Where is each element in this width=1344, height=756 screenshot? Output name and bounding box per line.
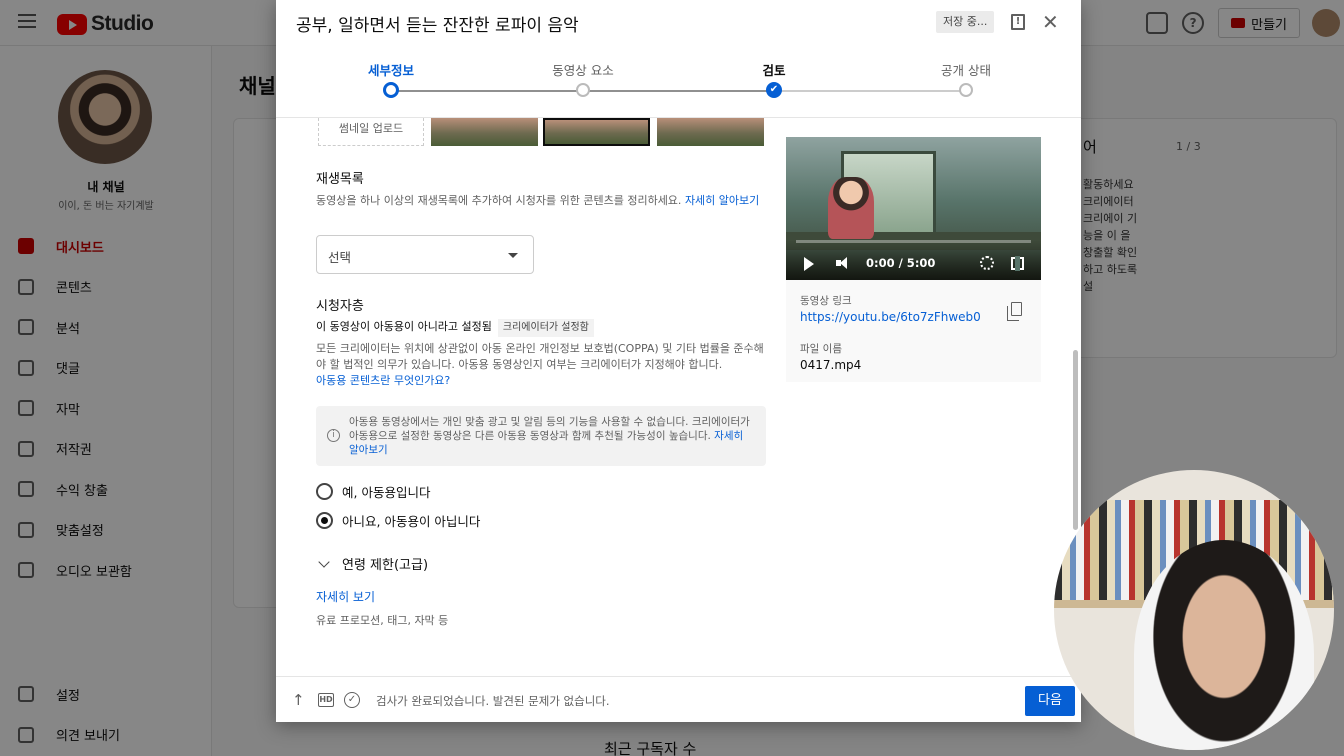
upload-icon: ↑ (292, 691, 305, 709)
checkmark-icon[interactable]: ✔ (766, 82, 782, 98)
age-restriction-toggle[interactable]: 연령 제한(고급) (318, 554, 428, 573)
file-name: 0417.mp4 (800, 358, 862, 372)
upload-dialog: 공부, 일하면서 듣는 잔잔한 로파이 음악 저장 중... ! ✕ 세부정보 … (276, 0, 1081, 722)
file-name-label: 파일 이름 (800, 343, 842, 355)
kids-content-link[interactable]: 아동용 콘텐츠란 무엇인가요? (316, 374, 450, 387)
video-link-label: 동영상 링크 (800, 295, 852, 307)
show-more-description: 유료 프로모션, 태그, 자막 등 (316, 614, 449, 627)
volume-icon[interactable] (836, 256, 852, 270)
creator-set-chip: 크리에이터가 설정함 (497, 319, 594, 337)
hd-icon: HD (318, 693, 334, 707)
webcam-overlay (1054, 470, 1334, 750)
kids-info-box: i 아동용 동영상에서는 개인 맞춤 광고 및 알림 등의 기능을 사용할 수 … (316, 406, 766, 466)
chevron-down-icon (318, 555, 330, 568)
radio-made-for-kids-yes[interactable]: 예, 아동용입니다 (316, 481, 430, 501)
playlist-learn-more-link[interactable]: 자세히 알아보기 (685, 194, 759, 207)
video-preview-panel: 0:00 / 5:00 동영상 링크 https://youtu.be/6to7… (786, 137, 1041, 382)
step-details[interactable]: 세부정보 (311, 60, 471, 79)
dialog-footer: ↑ HD ✓ 검사가 완료되었습니다. 발견된 문제가 없습니다. 다음 (276, 676, 1081, 722)
checks-status-text: 검사가 완료되었습니다. 발견된 문제가 없습니다. (376, 694, 610, 708)
playlist-select-value: 선택 (328, 250, 352, 265)
thumbnail-option[interactable] (657, 118, 764, 146)
audience-status: 이 동영상이 아동용이 아니라고 설정됨 크리에이터가 설정함 (316, 319, 768, 337)
player-time: 0:00 / 5:00 (866, 256, 936, 270)
kids-info-text: 아동용 동영상에서는 개인 맞춤 광고 및 알림 등의 기능을 사용할 수 없습… (349, 416, 750, 456)
info-icon: i (327, 429, 340, 442)
playlist-description: 동영상을 하나 이상의 재생목록에 추가하여 시청자를 위한 콘텐츠를 정리하세… (316, 194, 760, 207)
upload-stepper: 세부정보 동영상 요소 검토 공개 상태 ✔ (276, 48, 1081, 118)
radio-yes[interactable] (316, 482, 333, 500)
radio-no[interactable] (316, 511, 333, 529)
step-visibility[interactable]: 공개 상태 (886, 60, 1046, 79)
audience-description: 모든 크리에이터는 위치에 상관없이 아동 온라인 개인정보 보호법(COPPA… (316, 342, 764, 387)
copy-icon[interactable] (1007, 302, 1022, 321)
video-frame-character (828, 177, 874, 239)
thumbnail-option[interactable] (431, 118, 538, 146)
gear-icon[interactable] (980, 256, 994, 270)
video-player[interactable]: 0:00 / 5:00 (786, 137, 1041, 280)
show-more-link[interactable]: 자세히 보기 (316, 589, 375, 605)
play-icon[interactable] (804, 257, 814, 271)
step-dot-video-elements[interactable] (576, 83, 590, 97)
video-link[interactable]: https://youtu.be/6to7zFhweb0 (800, 310, 981, 324)
radio-made-for-kids-no[interactable]: 아니요, 아동용이 아닙니다 (316, 510, 480, 530)
playlist-select[interactable]: 선택 (316, 235, 534, 274)
step-dot-visibility[interactable] (959, 83, 973, 97)
thumbnail-option-selected[interactable] (543, 118, 650, 146)
checks-complete-icon: ✓ (344, 692, 360, 708)
next-button[interactable]: 다음 (1025, 686, 1075, 716)
player-progress-bar[interactable] (796, 240, 1031, 243)
thumbnail-row: 썸네일 업로드 (316, 118, 766, 146)
step-video-elements[interactable]: 동영상 요소 (503, 60, 663, 79)
dialog-header: 공부, 일하면서 듣는 잔잔한 로파이 음악 저장 중... ! ✕ (276, 0, 1081, 48)
fullscreen-icon[interactable] (1011, 256, 1024, 271)
step-dot-details[interactable] (383, 82, 399, 98)
caret-down-icon (508, 253, 518, 258)
step-checks[interactable]: 검토 (694, 60, 854, 79)
playlist-title: 재생목록 (316, 172, 364, 187)
save-status-badge: 저장 중... (936, 11, 995, 33)
audience-title: 시청자층 (316, 299, 364, 314)
dialog-title: 공부, 일하면서 듣는 잔잔한 로파이 음악 (296, 16, 579, 36)
report-issue-icon[interactable]: ! (1011, 14, 1025, 30)
thumbnail-upload-button[interactable]: 썸네일 업로드 (318, 118, 424, 146)
close-icon[interactable]: ✕ (1042, 12, 1059, 32)
